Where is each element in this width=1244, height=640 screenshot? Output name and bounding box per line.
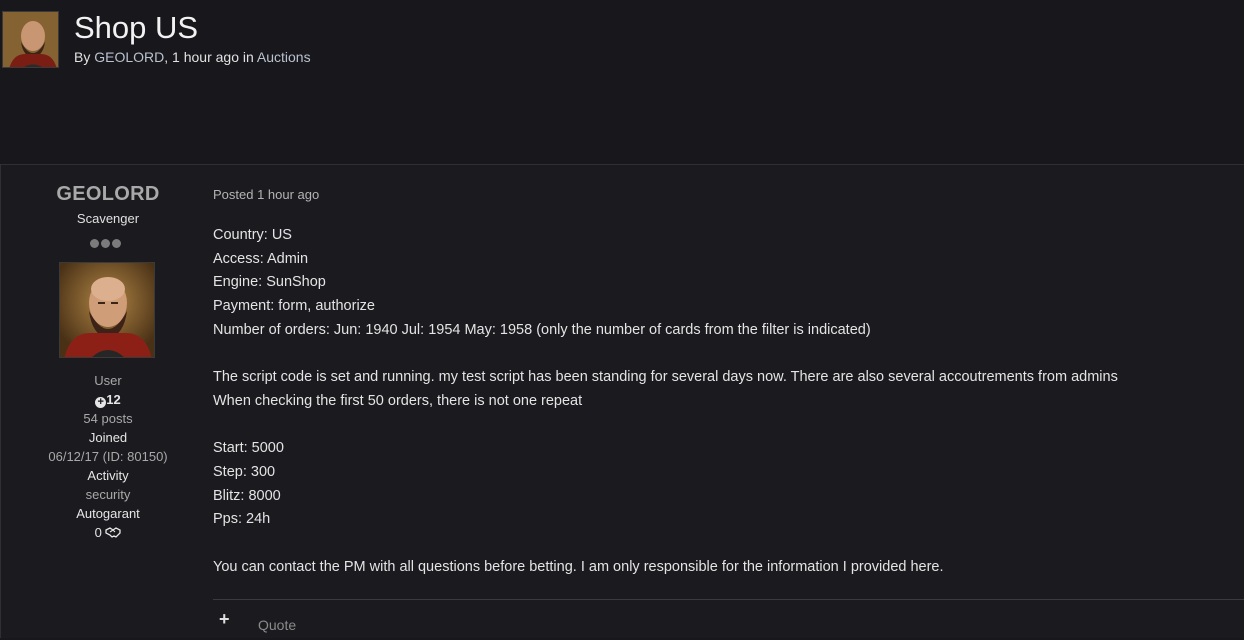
autogarant-label: Autogarant [76,506,140,521]
post-line: Pps: 24h [213,511,271,528]
topic-title: Shop US [74,10,199,45]
author-title: Scavenger [76,211,140,226]
user-group: User [94,373,122,388]
quote-button[interactable]: Quote [258,617,296,633]
multiquote-button[interactable]: + [219,610,233,628]
post-count[interactable]: 54 posts [1,411,215,427]
plus-circle-icon: + [95,397,107,408]
by-prefix: By [74,49,95,65]
posted-time[interactable]: Posted 1 hour ago [213,187,319,202]
post-line: Number of orders: Jun: 1940 Jul: 1954 Ma… [213,321,871,338]
post: GEOLORD Scavenger User +12 54 posts Join… [0,164,1244,638]
handshake-icon [105,527,122,538]
author-avatar[interactable] [59,262,155,358]
activity-label: Activity [87,468,129,483]
joined-label: Joined [88,430,128,445]
post-content: Country: US Access: Admin Engine: SunShop P… [213,224,1233,579]
post-footer: + Quote [213,599,1244,640]
author-link[interactable]: GEOLORD [94,49,164,65]
post-line: You can contact the PM with all question… [213,558,944,575]
post-line: Step: 300 [213,463,276,480]
reputation: +12 [1,392,215,408]
post-line: Blitz: 8000 [213,487,281,504]
post-line: The script code is set and running. my t… [213,369,1118,386]
header-avatar[interactable] [2,11,59,68]
forum-link[interactable]: Auctions [257,49,311,65]
rank-dots-icon [90,235,123,248]
time-in: , 1 hour ago in [164,49,257,65]
post-line: When checking the first 50 orders, there… [213,392,583,409]
post-line: Access: Admin [213,250,309,267]
post-line: Engine: SunShop [213,274,326,291]
topic-header: Shop US By GEOLORD, 1 hour ago in Auctio… [0,0,1244,120]
post-line: Country: US [213,227,292,243]
autogarant-value: 0 [94,525,102,540]
post-line: Start: 5000 [213,440,284,457]
reputation-value: 12 [106,392,121,407]
post-line: Payment: form, authorize [213,298,375,315]
autogarant: 0 [1,525,215,541]
topic-meta: By GEOLORD, 1 hour ago in Auctions [74,48,311,66]
activity-value: security [85,487,131,502]
joined-value: 06/12/17 (ID: 80150) [48,449,168,464]
author-name[interactable]: GEOLORD [1,183,215,206]
